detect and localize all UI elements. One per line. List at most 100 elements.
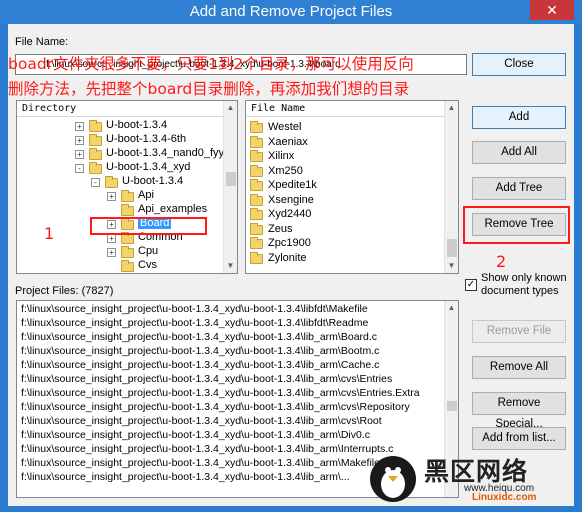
dialog-body: File Name: f:\linux\source_insight_proje… [8, 24, 574, 506]
project-file-row[interactable]: f:\linux\source_insight_project\u-boot-1… [21, 331, 377, 345]
expand-icon[interactable]: + [75, 150, 84, 159]
file-list-item[interactable]: Xpedite1k [250, 179, 440, 193]
add-from-list-button[interactable]: Add from list... [472, 427, 566, 450]
tree-item[interactable]: + U-boot-1.3.4 [17, 119, 222, 133]
project-file-row[interactable]: f:\linux\source_insight_project\u-boot-1… [21, 457, 380, 471]
file-list-item[interactable]: Xsengine [250, 193, 440, 208]
project-file-row[interactable]: f:\linux\source_insight_project\u-boot-1… [21, 443, 393, 457]
file-list-item[interactable]: Xaeniax [250, 135, 440, 150]
scroll-down-icon[interactable]: ▼ [445, 259, 458, 273]
scroll-up-icon[interactable]: ▲ [445, 101, 458, 115]
folder-icon [89, 120, 102, 132]
tree-item-label: U-boot-1.3.4-6th [106, 133, 187, 145]
file-list-label: Zpc1900 [268, 237, 311, 249]
tree-item[interactable]: Cvs [17, 259, 222, 273]
add-tree-button[interactable]: Add Tree [472, 177, 566, 200]
file-list-item[interactable]: Xyd2440 [250, 208, 440, 222]
folder-icon [121, 204, 134, 216]
folder-icon [89, 162, 102, 174]
tree-item-label: Api_examples [138, 203, 208, 215]
directory-header: Directory [17, 101, 237, 117]
folder-icon [250, 208, 263, 220]
scroll-up-icon[interactable]: ▲ [224, 101, 237, 115]
expand-icon[interactable]: + [75, 136, 84, 145]
collapse-icon[interactable]: - [75, 164, 84, 173]
file-list-item[interactable]: Xm250 [250, 164, 440, 179]
expand-icon[interactable]: + [107, 192, 116, 201]
close-button[interactable]: Close [472, 53, 566, 76]
folder-icon [89, 134, 102, 146]
tree-item-label: U-boot-1.3.4 [106, 119, 168, 131]
expand-icon[interactable]: + [107, 234, 116, 243]
directory-tree-pane[interactable]: Directory + U-boot-1.3.4 + U-boot-1.3.4-6th… [16, 100, 238, 274]
folder-icon [250, 237, 263, 249]
folder-icon [121, 246, 134, 258]
collapse-icon[interactable]: - [91, 178, 100, 187]
board-highlight [90, 217, 207, 235]
annotation-line2: 删除方法，先把整个board目录删除，再添加我们想的目录 [8, 80, 410, 98]
scroll-thumb[interactable] [447, 401, 457, 411]
folder-icon [250, 135, 263, 148]
file-list-item[interactable]: Zylonite [250, 251, 440, 266]
scroll-up-icon[interactable]: ▲ [445, 301, 458, 315]
scroll-down-icon[interactable]: ▼ [224, 259, 237, 273]
folder-icon [121, 260, 134, 272]
tree-item-label: U-boot-1.3.4 [122, 175, 184, 187]
show-known-label-line1: Show only known [481, 272, 567, 284]
file-list-label: Xilinx [268, 150, 295, 162]
project-file-row[interactable]: f:\linux\source_insight_project\u-boot-1… [21, 401, 410, 415]
add-all-button[interactable]: Add All [472, 141, 566, 164]
scroll-thumb[interactable] [447, 239, 457, 257]
file-list-item[interactable]: Zpc1900 [250, 237, 440, 251]
tree-item[interactable]: + Api [17, 189, 222, 203]
folder-icon [250, 251, 263, 264]
project-file-row[interactable]: f:\linux\source_insight_project\u-boot-1… [21, 387, 420, 401]
penguin-logo-icon [370, 456, 416, 502]
folder-icon [250, 179, 263, 191]
window-close-button[interactable]: ✕ [530, 0, 574, 20]
remove-all-button[interactable]: Remove All [472, 356, 566, 379]
file-list-item[interactable]: Westel [250, 121, 440, 135]
directory-scrollbar[interactable]: ▲ ▼ [223, 101, 237, 273]
project-file-row[interactable]: f:\linux\source_insight_project\u-boot-1… [21, 317, 368, 331]
project-file-row[interactable]: f:\linux\source_insight_project\u-boot-1… [21, 471, 350, 485]
project-file-row[interactable]: f:\linux\source_insight_project\u-boot-1… [21, 345, 379, 359]
folder-icon [250, 222, 263, 235]
file-list-label: Xm250 [268, 164, 303, 177]
project-files-label: Project Files: (7827) [15, 285, 114, 297]
file-list-pane[interactable]: File Name Westel Xaeniax Xilinx Xm250 Xpedit… [245, 100, 459, 274]
annotation-marker-1: 1 [44, 224, 55, 243]
folder-icon [250, 193, 263, 206]
show-known-label-line2: document types [481, 285, 559, 297]
file-name-header: File Name [246, 101, 458, 117]
project-file-row[interactable]: f:\linux\source_insight_project\u-boot-1… [21, 429, 370, 443]
tree-item-label: Cvs [138, 259, 157, 271]
remove-special-button[interactable]: Remove Special... [472, 392, 566, 430]
folder-icon [89, 148, 102, 160]
tree-item-label: U-boot-1.3.4_xyd [106, 161, 191, 173]
tree-item-label: Cpu [138, 245, 159, 257]
add-button[interactable]: Add [472, 106, 566, 129]
file-list-scrollbar[interactable]: ▲ ▼ [444, 101, 458, 273]
file-list-item[interactable]: Xilinx [250, 150, 440, 164]
tree-item[interactable]: + U-boot-1.3.4_nand0_fyy [17, 147, 224, 161]
file-list-label: Xpedite1k [268, 179, 317, 191]
project-file-row[interactable]: f:\linux\source_insight_project\u-boot-1… [21, 373, 392, 387]
folder-icon [105, 176, 118, 188]
tree-item[interactable]: - U-boot-1.3.4_xyd [17, 161, 222, 175]
tree-item[interactable]: + U-boot-1.3.4-6th [17, 133, 222, 147]
project-file-row[interactable]: f:\linux\source_insight_project\u-boot-1… [21, 359, 379, 373]
expand-icon[interactable]: + [107, 248, 116, 257]
expand-icon[interactable]: + [75, 122, 84, 131]
show-known-checkbox[interactable]: ✓ [465, 279, 477, 291]
tree-item[interactable]: + Cpu [17, 245, 222, 259]
file-list-item[interactable]: Zeus [250, 222, 440, 237]
file-list-label: Xyd2440 [268, 208, 312, 220]
project-file-row[interactable]: f:\linux\source_insight_project\u-boot-1… [21, 303, 368, 317]
tree-item[interactable]: - U-boot-1.3.4 [17, 175, 222, 189]
project-file-row[interactable]: f:\linux\source_insight_project\u-boot-1… [21, 415, 382, 429]
tree-item[interactable]: Api_examples [17, 203, 222, 217]
watermark: 黑区网络 www.heiqu.com Linuxidc.com [368, 452, 574, 506]
remove-file-button[interactable]: Remove File [472, 320, 566, 343]
scroll-thumb[interactable] [226, 172, 236, 186]
